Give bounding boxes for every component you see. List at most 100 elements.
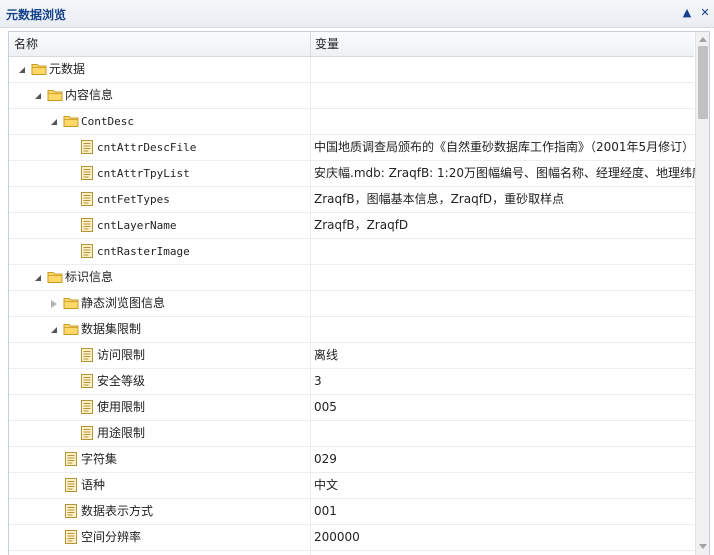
tree-name-cell: 数据表示方式 [9,499,311,524]
grid-body: 元数据内容信息 ContDesc cntAttrDescFile 中国地质调查局颁布的… [9,57,697,555]
tree-node-label: 标识信息 [65,270,114,284]
document-icon [79,166,95,180]
column-header-value[interactable]: 变量 [310,32,695,56]
tree-value-cell: 中国地质调查局颁布的《自然重砂数据库工作指南》（2001年5月修订） [314,140,695,154]
tree-value-cell [311,57,697,82]
document-icon [79,140,95,154]
tree-node-label: 数据表示方式 [81,504,154,518]
document-icon [63,478,79,492]
folder-icon [47,88,63,102]
tree-node-label: 访问限制 [97,348,146,362]
tree-value-cell: 3 [314,374,322,388]
close-icon[interactable]: ✕ [697,4,713,22]
tree-name-cell: 数据集限制 [9,317,311,342]
tree-folder-row[interactable]: 数据集限制 [9,317,694,343]
tree-leaf-row[interactable]: 安全等级 3 [9,369,694,395]
tree-folder-row[interactable]: 数据集格式 [9,551,694,555]
document-icon [79,218,95,232]
tree-node-label: 内容信息 [65,88,114,102]
tree-name-cell: 字符集 [9,447,311,472]
tree-leaf-row[interactable]: cntFetTypes ZraqfB，图幅基本信息，ZraqfD，重砂取样点 [9,187,694,213]
tree-folder-row[interactable]: 内容信息 [9,83,694,109]
scroll-up-arrow-icon[interactable] [699,37,707,42]
tree-node-label: cntAttrTpyList [97,167,190,180]
tree-value-cell [311,291,697,316]
chevron-up-icon[interactable]: ▲ [679,4,695,22]
tree-folder-row[interactable]: 标识信息 [9,265,694,291]
tree-value-cell: 安庆幅.mdb: ZraqfB: 1:20万图幅编号、图幅名称、经理经度、地理纬… [314,166,697,180]
folder-icon [47,270,63,284]
tree-node-label: cntAttrDescFile [97,141,197,154]
tree-leaf-row[interactable]: 字符集 029 [9,447,694,473]
tree-value-cell [311,239,697,264]
tree-value-cell: ZraqfB，图幅基本信息，ZraqfD，重砂取样点 [314,192,565,206]
column-header-name[interactable]: 名称 [9,32,311,56]
tree-leaf-row[interactable]: cntRasterImage [9,239,694,265]
vertical-scrollbar[interactable] [695,32,709,555]
collapse-arrow-icon[interactable] [35,93,41,99]
tree-node-label: 字符集 [81,452,118,466]
document-icon [63,530,79,544]
collapse-arrow-icon[interactable] [51,327,57,333]
tree-folder-row[interactable]: 静态浏览图信息 [9,291,694,317]
document-icon [79,192,95,206]
tree-node-label: 数据集限制 [81,322,142,336]
tree-name-cell: 标识信息 [9,265,311,290]
tree-node-label: cntRasterImage [97,245,190,258]
tree-value-cell: 中文 [314,478,339,492]
tree-name-cell: 元数据 [9,57,311,82]
tree-value-cell: 005 [314,400,337,414]
tree-name-cell: 使用限制 [9,395,311,420]
panel-title: 元数据浏览 [6,8,67,22]
tree-name-cell: 内容信息 [9,83,311,108]
tree-folder-row[interactable]: ContDesc [9,109,694,135]
expand-arrow-icon[interactable] [51,300,57,308]
grid-header: 名称 变量 [9,32,694,57]
tree-value-cell [311,551,697,555]
metadata-tree-grid: 名称 变量 元数据内容信息 ContDesc cntAttrDescFile 中国地质… [8,31,710,555]
tree-name-cell: 安全等级 [9,369,311,394]
tree-node-label: 用途限制 [97,426,146,440]
collapse-arrow-icon[interactable] [51,119,57,125]
tree-leaf-row[interactable]: 空间分辨率 200000 [9,525,694,551]
tree-node-label: 语种 [81,478,106,492]
panel-header: 元数据浏览 ▲ ✕ [0,0,714,28]
folder-icon [63,296,79,310]
tree-name-cell: 用途限制 [9,421,311,446]
tree-value-cell [311,265,697,290]
document-icon [79,244,95,258]
tree-node-label: 空间分辨率 [81,530,142,544]
tree-leaf-row[interactable]: 访问限制 离线 [9,343,694,369]
tree-name-cell: cntRasterImage [9,239,311,264]
document-icon [63,452,79,466]
tree-leaf-row[interactable]: 使用限制 005 [9,395,694,421]
scroll-down-arrow-icon[interactable] [699,544,707,549]
document-icon [79,426,95,440]
folder-icon [63,114,79,128]
tree-value-cell [311,83,697,108]
tree-value-cell: 200000 [314,530,360,544]
collapse-arrow-icon[interactable] [19,67,25,73]
tree-name-cell: cntLayerName [9,213,311,238]
scrollbar-thumb[interactable] [698,46,708,119]
tree-node-label: ContDesc [81,115,134,128]
tree-value-cell [311,421,697,446]
collapse-arrow-icon[interactable] [35,275,41,281]
tree-node-label: 使用限制 [97,400,146,414]
tree-node-label: 安全等级 [97,374,146,388]
tree-leaf-row[interactable]: 语种 中文 [9,473,694,499]
tree-leaf-row[interactable]: cntAttrTpyList 安庆幅.mdb: ZraqfB: 1:20万图幅编号… [9,161,697,187]
tree-leaf-row[interactable]: cntAttrDescFile 中国地质调查局颁布的《自然重砂数据库工作指南》（2… [9,135,694,161]
tree-value-cell: 001 [314,504,337,518]
tree-leaf-row[interactable]: 数据表示方式 001 [9,499,694,525]
document-icon [79,374,95,388]
tree-leaf-row[interactable]: cntLayerName ZraqfB，ZraqfD [9,213,694,239]
tree-folder-row[interactable]: 元数据 [9,57,694,83]
tree-node-label: 静态浏览图信息 [81,296,166,310]
tree-name-cell: 语种 [9,473,311,498]
tree-leaf-row[interactable]: 用途限制 [9,421,694,447]
tree-value-cell [311,317,697,342]
tree-node-label: 数据集格式 [81,551,141,555]
tree-value-cell [311,109,697,134]
tree-node-label: cntFetTypes [97,193,170,206]
